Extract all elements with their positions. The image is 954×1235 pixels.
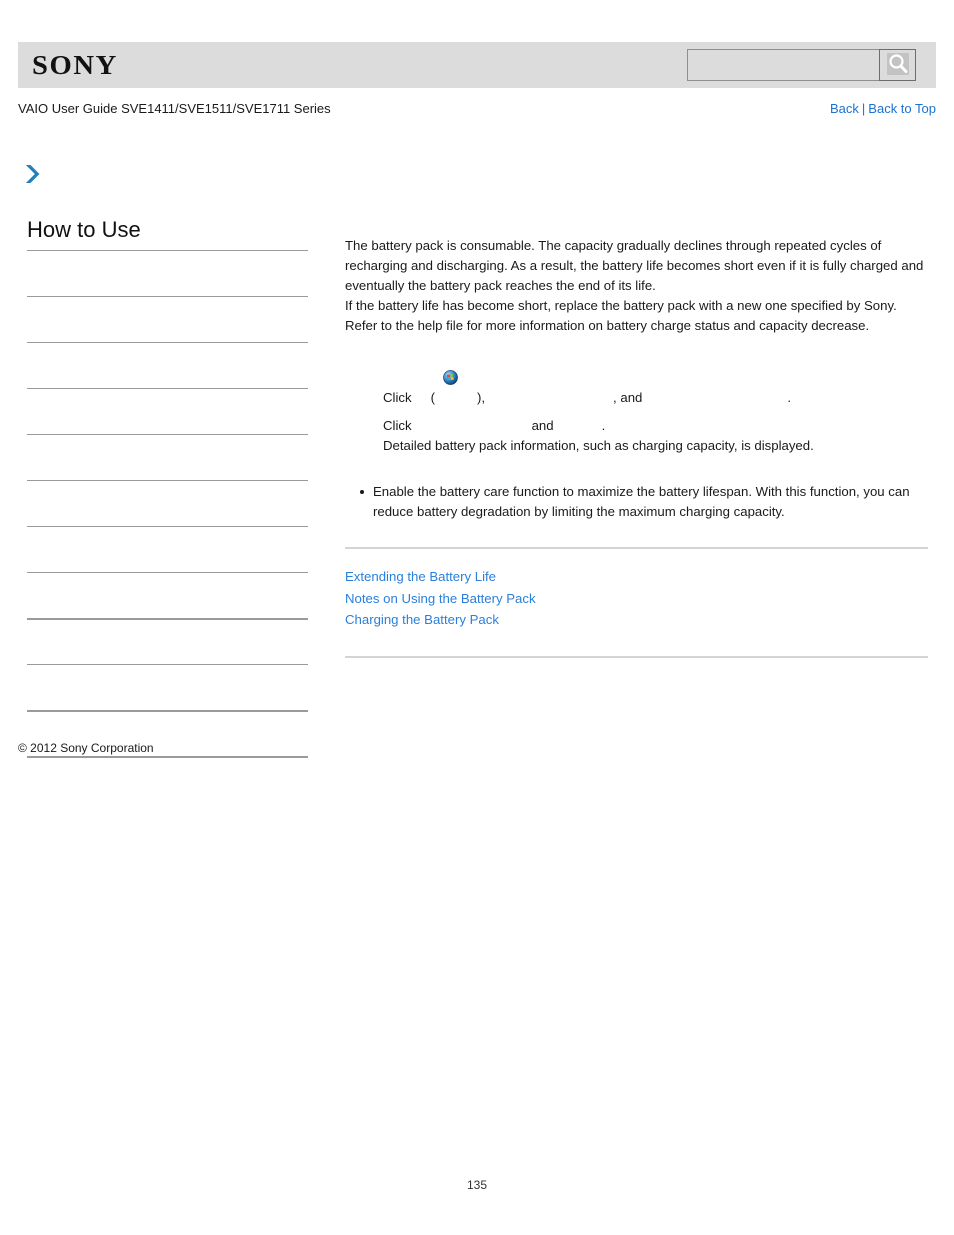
sidebar-item[interactable]	[27, 342, 308, 388]
sidebar-item[interactable]	[27, 572, 308, 618]
step-2-and-label: and	[531, 418, 554, 433]
step-2-click-label: Click	[383, 418, 412, 433]
content-divider-top	[345, 547, 928, 549]
content-divider-bottom	[345, 655, 928, 658]
search-input[interactable]	[687, 49, 879, 81]
page-number: 135	[466, 1178, 488, 1192]
note-item: Enable the battery care function to maxi…	[360, 482, 928, 522]
search-icon	[885, 51, 911, 80]
main-content: The battery pack is consumable. The capa…	[345, 236, 928, 658]
sidebar-item[interactable]	[27, 388, 308, 434]
sidebar-list	[27, 250, 308, 756]
related-link-charging-battery-pack[interactable]: Charging the Battery Pack	[345, 609, 928, 631]
guide-title: VAIO User Guide SVE1411/SVE1511/SVE1711 …	[18, 101, 331, 116]
sidebar-item[interactable]	[27, 480, 308, 526]
sidebar-bottom-divider	[27, 756, 308, 759]
sidebar-item[interactable]	[27, 434, 308, 480]
sidebar-heading: How to Use	[27, 217, 141, 242]
back-link[interactable]: Back	[830, 101, 859, 116]
header-nav-links: Back | Back to Top	[830, 101, 936, 116]
sidebar-item[interactable]	[27, 296, 308, 342]
sidebar-item[interactable]	[27, 526, 308, 572]
step-1-close-paren: ),	[476, 390, 486, 405]
step-1: Click (), , and.	[383, 350, 928, 408]
body-paragraph-1: The battery pack is consumable. The capa…	[345, 238, 924, 293]
step-list: Click (), , and. Click and . Detailed bat…	[345, 350, 928, 456]
search-button[interactable]	[879, 49, 916, 81]
step-1-open-paren: (	[430, 390, 435, 405]
related-links: Extending the Battery Life Notes on Usin…	[345, 566, 928, 631]
nav-separator: |	[861, 101, 866, 116]
step-2-period: .	[601, 418, 606, 433]
step-1-and-label: , and	[613, 390, 643, 405]
subtitle-row: VAIO User Guide SVE1411/SVE1511/SVE1711 …	[18, 101, 936, 116]
sidebar-item[interactable]	[27, 250, 308, 296]
related-link-extending-battery-life[interactable]: Extending the Battery Life	[345, 566, 928, 588]
step-result-text: Detailed battery pack information, such …	[383, 438, 814, 453]
windows-start-orb-icon[interactable]	[414, 350, 458, 385]
sidebar: How to Use	[27, 217, 308, 759]
sidebar-item[interactable]	[27, 664, 308, 710]
sidebar-item[interactable]	[27, 618, 308, 664]
step-1-period: .	[787, 390, 792, 405]
step-1-click-label: Click	[383, 390, 412, 405]
chevron-right-icon[interactable]	[24, 163, 44, 185]
body-paragraph-2: If the battery life has become short, re…	[345, 298, 897, 333]
sony-logo: SONY	[32, 49, 118, 80]
copyright-text: © 2012 Sony Corporation	[18, 741, 154, 755]
notes-list: Enable the battery care function to maxi…	[345, 482, 928, 522]
back-to-top-link[interactable]: Back to Top	[868, 101, 936, 116]
search-area	[687, 49, 916, 81]
related-link-notes-using-battery-pack[interactable]: Notes on Using the Battery Pack	[345, 588, 928, 610]
step-2: Click and.	[383, 416, 928, 436]
header-band: SONY	[18, 42, 936, 88]
